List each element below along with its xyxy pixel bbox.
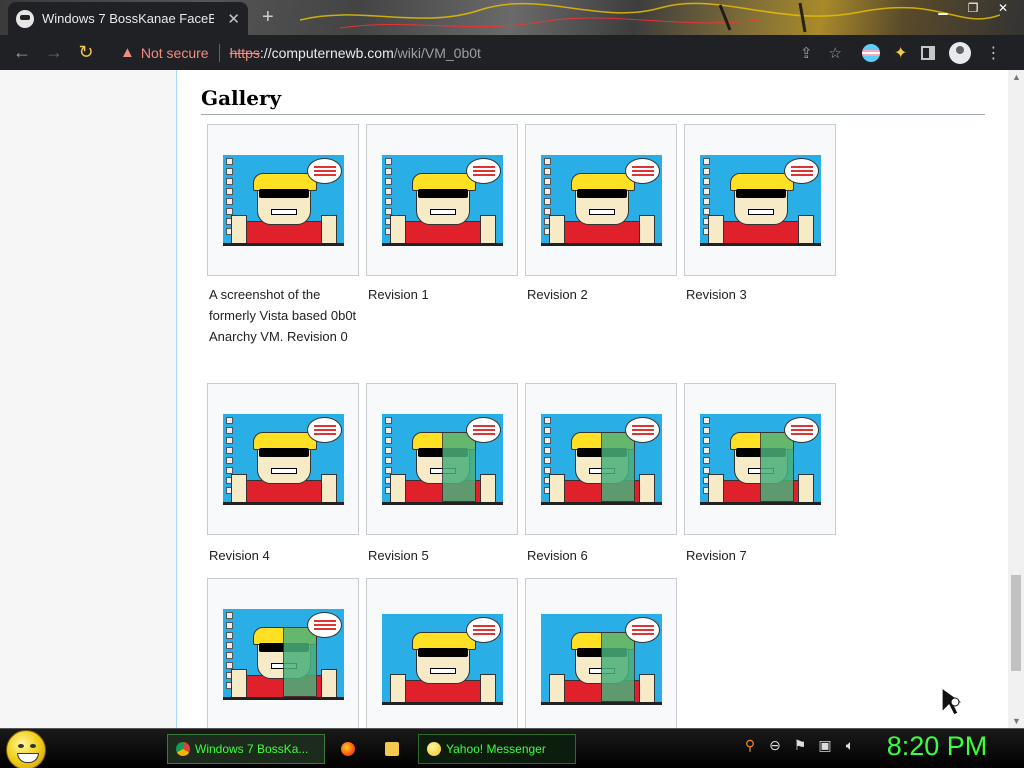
gallery-image[interactable] bbox=[541, 414, 662, 505]
url-host: ://computernewb.com bbox=[259, 44, 394, 61]
wiki-content: Gallery A screenshot of the formerly Vis… bbox=[177, 70, 1008, 728]
gallery-image[interactable] bbox=[382, 414, 503, 505]
back-arrow-icon[interactable]: ← bbox=[6, 42, 38, 63]
bookmark-star-icon[interactable]: ☆ bbox=[829, 44, 842, 62]
system-tray: ⚲ ⊖ ⚑ ▣ 🔈︎ bbox=[742, 737, 858, 754]
kebab-menu-icon[interactable]: ⋮ bbox=[985, 43, 1001, 63]
gallery-heading: Gallery bbox=[201, 86, 985, 115]
gallery-image[interactable] bbox=[223, 155, 344, 246]
gallery-thumbnail[interactable] bbox=[525, 124, 677, 276]
gallery-thumbnail[interactable] bbox=[525, 383, 677, 535]
gallery-image[interactable] bbox=[382, 614, 503, 705]
minimize-icon[interactable]: ▁ bbox=[928, 0, 958, 16]
url-path: /wiki/VM_0b0t bbox=[393, 44, 481, 61]
taskbar-file-explorer[interactable] bbox=[376, 734, 412, 764]
firefox-icon bbox=[341, 742, 355, 756]
gallery-caption: Revision 5 bbox=[368, 548, 429, 563]
browser-tab[interactable]: Windows 7 BossKanae FaceBook ✕ bbox=[8, 2, 248, 35]
start-button-smiley-icon[interactable] bbox=[6, 730, 46, 768]
scroll-down-arrow-icon[interactable]: ▼ bbox=[1012, 716, 1021, 726]
side-panel-icon[interactable] bbox=[921, 45, 936, 60]
action-center-flag-icon[interactable]: ⚑ bbox=[792, 737, 808, 754]
taskbar-yahoo-messenger[interactable]: Yahoo! Messenger bbox=[418, 734, 576, 764]
address-bar[interactable]: ▲ Not secure https ://computernewb.com /… bbox=[112, 38, 854, 67]
browser-title-bar: Windows 7 BossKanae FaceBook ✕ + ▁ ❐ ✕ bbox=[0, 0, 1024, 35]
taskbar-firefox[interactable] bbox=[332, 734, 372, 764]
gallery-thumbnail[interactable] bbox=[684, 383, 836, 535]
gallery-thumbnail[interactable] bbox=[207, 383, 359, 535]
maximize-icon[interactable]: ❐ bbox=[958, 0, 988, 16]
gallery-thumbnail[interactable] bbox=[207, 124, 359, 276]
new-tab-button[interactable]: + bbox=[262, 6, 274, 29]
gallery-caption: Revision 4 bbox=[209, 548, 270, 563]
wiki-sidebar bbox=[0, 70, 177, 728]
page-viewport: Gallery A screenshot of the formerly Vis… bbox=[0, 70, 1024, 728]
gallery-thumbnail[interactable] bbox=[525, 578, 677, 728]
browser-toolbar: ← → ↻ ▲ Not secure https ://computernewb… bbox=[0, 35, 1024, 70]
puzzle-piece-icon[interactable]: ✦ bbox=[894, 43, 907, 63]
gallery-thumbnail[interactable] bbox=[366, 578, 518, 728]
network-icon[interactable]: ▣ bbox=[817, 737, 833, 754]
window-controls: ▁ ❐ ✕ bbox=[928, 0, 1018, 16]
share-icon[interactable]: ⇪ bbox=[800, 44, 813, 62]
taskbar-yahoo-label: Yahoo! Messenger bbox=[446, 742, 546, 756]
gallery-caption: Revision 2 bbox=[527, 287, 588, 302]
pride-flag-extension-icon[interactable] bbox=[862, 43, 880, 62]
scroll-up-arrow-icon[interactable]: ▲ bbox=[1012, 72, 1021, 82]
os-taskbar: Windows 7 BossKa... Yahoo! Messenger ⚲ ⊖… bbox=[0, 728, 1024, 768]
gallery-thumbnail[interactable] bbox=[366, 124, 518, 276]
gallery-image[interactable] bbox=[700, 155, 821, 246]
tab-close-icon[interactable]: ✕ bbox=[227, 10, 240, 28]
forward-arrow-icon[interactable]: → bbox=[38, 42, 70, 63]
gallery-thumbnail[interactable] bbox=[684, 124, 836, 276]
toolbar-extensions: ✦ ⋮ bbox=[862, 41, 1001, 64]
site-favicon-icon bbox=[16, 9, 34, 28]
address-separator bbox=[218, 43, 220, 62]
gallery-image[interactable] bbox=[223, 609, 344, 700]
gallery-image[interactable] bbox=[223, 414, 344, 505]
gallery-image[interactable] bbox=[700, 414, 821, 505]
page-scrollbar[interactable]: ▲ ▼ bbox=[1008, 70, 1024, 728]
profile-avatar-icon[interactable] bbox=[949, 41, 972, 64]
gallery-image[interactable] bbox=[541, 155, 662, 246]
gallery-thumbnail[interactable] bbox=[366, 383, 518, 535]
taskbar-clock[interactable]: 8:20 PM bbox=[872, 731, 1002, 762]
minus-circle-tray-icon[interactable]: ⊖ bbox=[767, 737, 783, 754]
yahoo-smiley-icon bbox=[427, 742, 441, 756]
taskbar-chrome-window[interactable]: Windows 7 BossKa... bbox=[167, 734, 325, 764]
gallery-caption: Revision 6 bbox=[527, 548, 588, 563]
close-window-icon[interactable]: ✕ bbox=[988, 0, 1018, 16]
reload-icon[interactable]: ↻ bbox=[70, 42, 102, 63]
gallery-caption: A screenshot of the formerly Vista based… bbox=[209, 287, 357, 344]
search-tray-icon[interactable]: ⚲ bbox=[742, 737, 758, 754]
security-status[interactable]: Not secure bbox=[141, 45, 209, 61]
volume-icon[interactable]: 🔈︎ bbox=[842, 737, 858, 754]
gallery-image[interactable] bbox=[382, 155, 503, 246]
gallery-caption: Revision 3 bbox=[686, 287, 747, 302]
gallery-image[interactable] bbox=[541, 614, 662, 705]
scrollbar-thumb[interactable] bbox=[1011, 575, 1021, 671]
url-scheme: https bbox=[229, 44, 260, 61]
gallery-caption: Revision 7 bbox=[686, 548, 747, 563]
mouse-cursor-icon bbox=[941, 686, 965, 716]
gallery-caption: Revision 1 bbox=[368, 287, 429, 302]
tab-title: Windows 7 BossKanae FaceBook bbox=[42, 11, 214, 26]
warning-icon[interactable]: ▲ bbox=[120, 44, 135, 61]
gallery-thumbnail[interactable] bbox=[207, 578, 359, 728]
taskbar-chrome-label: Windows 7 BossKa... bbox=[195, 742, 309, 756]
wallpaper-scribble bbox=[300, 2, 1000, 33]
folder-icon bbox=[385, 742, 399, 756]
chrome-icon bbox=[176, 742, 190, 756]
